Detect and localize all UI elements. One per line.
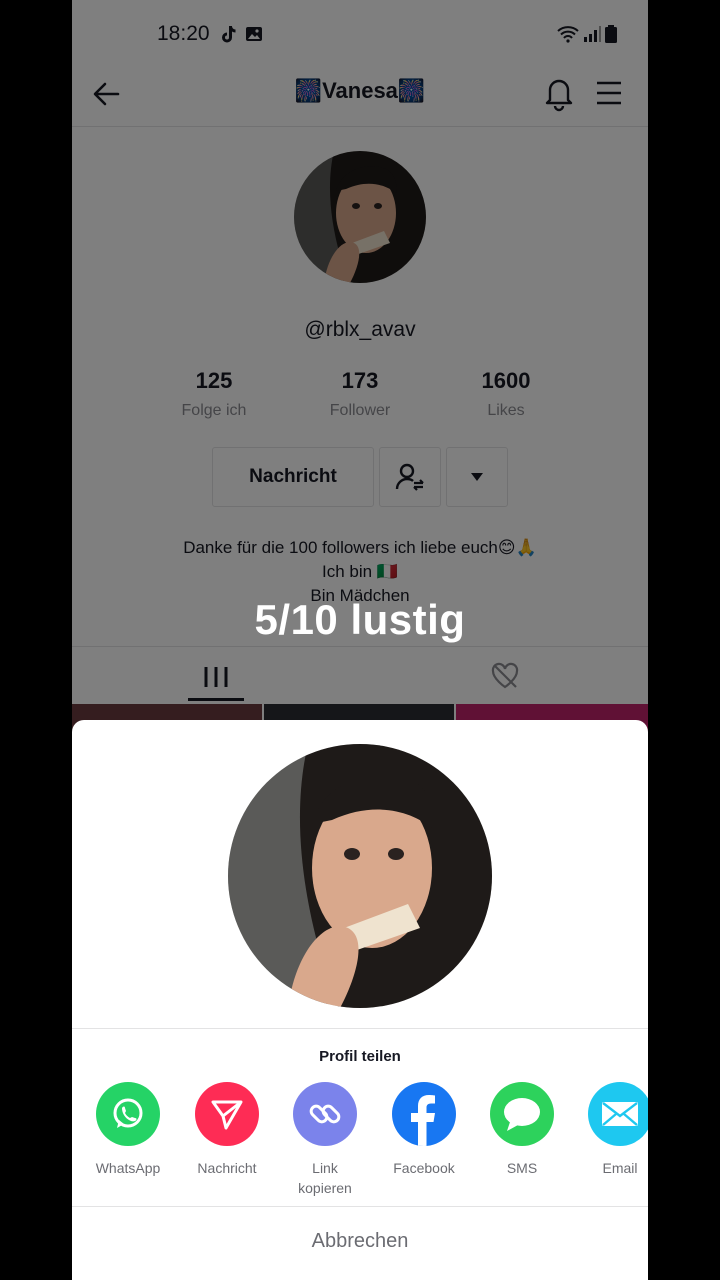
share-app-label: Nachricht	[197, 1160, 257, 1176]
share-sms[interactable]: SMS	[474, 1082, 570, 1178]
send-icon	[195, 1082, 259, 1146]
divider	[72, 1206, 648, 1207]
share-app-label: WhatsApp	[95, 1160, 161, 1176]
share-profile-avatar	[228, 744, 492, 1008]
facebook-icon	[392, 1082, 456, 1146]
link-icon	[293, 1082, 357, 1146]
whatsapp-icon	[96, 1082, 160, 1146]
screen: 18:20 🎆Vanesa🎆	[72, 0, 648, 1280]
share-copy-link[interactable]: Link kopieren	[277, 1082, 373, 1198]
share-app-label: Facebook	[393, 1160, 455, 1176]
share-facebook[interactable]: Facebook	[376, 1082, 472, 1178]
sms-icon	[490, 1082, 554, 1146]
cancel-button[interactable]: Abbrechen	[72, 1230, 648, 1253]
share-app-label: Link kopieren	[298, 1160, 352, 1196]
share-profile-sheet: Profil teilen WhatsApp Nachricht Link ko…	[72, 720, 648, 1280]
share-app-label: SMS	[506, 1160, 538, 1176]
email-icon	[588, 1082, 648, 1146]
share-email[interactable]: Email	[572, 1082, 648, 1178]
share-whatsapp[interactable]: WhatsApp	[80, 1082, 176, 1178]
video-caption-overlay: 5/10 lustig	[254, 596, 466, 643]
divider	[72, 1028, 648, 1029]
share-sheet-title: Profil teilen	[319, 1048, 401, 1065]
share-direct-message[interactable]: Nachricht	[179, 1082, 275, 1178]
share-app-label: Email	[602, 1160, 638, 1176]
